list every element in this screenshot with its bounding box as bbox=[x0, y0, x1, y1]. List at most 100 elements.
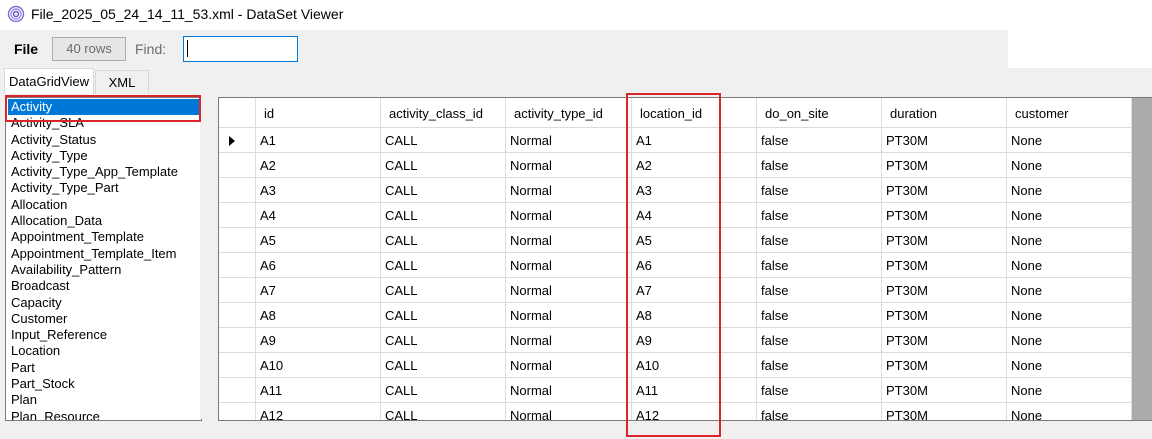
row-header[interactable] bbox=[219, 353, 256, 378]
grid-cell[interactable]: A6 bbox=[632, 253, 757, 278]
tab-xml[interactable]: XML bbox=[95, 70, 149, 94]
grid-cell[interactable]: A9 bbox=[256, 328, 381, 353]
grid-cell[interactable]: false bbox=[757, 378, 882, 403]
grid-cell[interactable]: None bbox=[1007, 153, 1132, 178]
table-list-item[interactable]: Location bbox=[6, 343, 201, 359]
grid-cell[interactable]: false bbox=[757, 353, 882, 378]
table-list-item[interactable]: Activity_SLA bbox=[6, 115, 201, 131]
grid-cell[interactable]: false bbox=[757, 203, 882, 228]
grid-cell[interactable]: A4 bbox=[256, 203, 381, 228]
grid-cell[interactable]: PT30M bbox=[882, 403, 1007, 420]
grid-cell[interactable]: Normal bbox=[506, 253, 632, 278]
grid-cell[interactable]: Normal bbox=[506, 228, 632, 253]
grid-cell[interactable]: CALL bbox=[381, 378, 506, 403]
grid-cell[interactable]: A8 bbox=[256, 303, 381, 328]
grid-cell[interactable]: Normal bbox=[506, 328, 632, 353]
grid-cell[interactable]: PT30M bbox=[882, 378, 1007, 403]
grid-cell[interactable]: CALL bbox=[381, 128, 506, 153]
grid-cell[interactable]: Normal bbox=[506, 303, 632, 328]
table-list-item[interactable]: Allocation_Data bbox=[6, 213, 201, 229]
grid-cell[interactable]: PT30M bbox=[882, 353, 1007, 378]
table-list-item[interactable]: Activity_Type_App_Template bbox=[6, 164, 201, 180]
grid-cell[interactable]: A3 bbox=[256, 178, 381, 203]
table-list-item[interactable]: Appointment_Template bbox=[6, 229, 201, 245]
grid-cell[interactable]: CALL bbox=[381, 203, 506, 228]
rows-count-button[interactable]: 40 rows bbox=[52, 37, 126, 61]
row-header[interactable] bbox=[219, 178, 256, 203]
grid-cell[interactable]: CALL bbox=[381, 153, 506, 178]
grid-cell[interactable]: A12 bbox=[632, 403, 757, 420]
grid-cell[interactable]: CALL bbox=[381, 178, 506, 203]
file-menu-button[interactable]: File bbox=[10, 37, 42, 61]
grid-cell[interactable]: CALL bbox=[381, 403, 506, 420]
grid-cell[interactable]: PT30M bbox=[882, 328, 1007, 353]
table-list-item[interactable]: Part_Stock bbox=[6, 376, 201, 392]
find-input[interactable] bbox=[183, 36, 298, 62]
row-header[interactable] bbox=[219, 303, 256, 328]
row-header[interactable] bbox=[219, 278, 256, 303]
grid-cell[interactable]: A1 bbox=[632, 128, 757, 153]
grid-cell[interactable]: A2 bbox=[632, 153, 757, 178]
grid-cell[interactable]: A4 bbox=[632, 203, 757, 228]
column-header-duration[interactable]: duration bbox=[882, 98, 1007, 128]
row-header[interactable] bbox=[219, 403, 256, 420]
table-list-item[interactable]: Part bbox=[6, 360, 201, 376]
grid-cell[interactable]: Normal bbox=[506, 153, 632, 178]
grid-cell[interactable]: A11 bbox=[632, 378, 757, 403]
grid-cell[interactable]: Normal bbox=[506, 278, 632, 303]
row-header[interactable] bbox=[219, 253, 256, 278]
column-header-activity-type-id[interactable]: activity_type_id bbox=[506, 98, 632, 128]
grid-cell[interactable]: None bbox=[1007, 253, 1132, 278]
grid-cell[interactable]: CALL bbox=[381, 228, 506, 253]
row-header[interactable] bbox=[219, 203, 256, 228]
grid-cell[interactable]: false bbox=[757, 153, 882, 178]
grid-cell[interactable]: None bbox=[1007, 303, 1132, 328]
grid-cell[interactable]: Normal bbox=[506, 353, 632, 378]
data-grid[interactable]: id activity_class_id activity_type_id locat… bbox=[218, 97, 1152, 421]
table-list-item[interactable]: Activity_Status bbox=[6, 132, 201, 148]
grid-corner-header[interactable] bbox=[219, 98, 256, 128]
grid-cell[interactable]: false bbox=[757, 253, 882, 278]
grid-cell[interactable]: Normal bbox=[506, 128, 632, 153]
grid-cell[interactable]: CALL bbox=[381, 328, 506, 353]
grid-cell[interactable]: false bbox=[757, 303, 882, 328]
grid-cell[interactable]: A7 bbox=[256, 278, 381, 303]
grid-cell[interactable]: A10 bbox=[632, 353, 757, 378]
grid-cell[interactable]: A11 bbox=[256, 378, 381, 403]
row-header[interactable] bbox=[219, 153, 256, 178]
grid-cell[interactable]: Normal bbox=[506, 403, 632, 420]
grid-cell[interactable]: CALL bbox=[381, 278, 506, 303]
grid-cell[interactable]: PT30M bbox=[882, 203, 1007, 228]
grid-cell[interactable]: Normal bbox=[506, 378, 632, 403]
grid-cell[interactable]: A1 bbox=[256, 128, 381, 153]
table-list-item[interactable]: Appointment_Template_Item bbox=[6, 246, 201, 262]
table-list-item[interactable]: Input_Reference bbox=[6, 327, 201, 343]
table-list-item[interactable]: Activity_Type_Part bbox=[6, 180, 201, 196]
grid-cell[interactable]: A5 bbox=[256, 228, 381, 253]
grid-cell[interactable]: CALL bbox=[381, 353, 506, 378]
column-header-do-on-site[interactable]: do_on_site bbox=[757, 98, 882, 128]
grid-cell[interactable]: false bbox=[757, 403, 882, 420]
grid-cell[interactable]: PT30M bbox=[882, 278, 1007, 303]
grid-cell[interactable]: PT30M bbox=[882, 153, 1007, 178]
table-list-item[interactable]: Allocation bbox=[6, 197, 201, 213]
grid-cell[interactable]: false bbox=[757, 128, 882, 153]
grid-cell[interactable]: A9 bbox=[632, 328, 757, 353]
table-list-item[interactable]: Customer bbox=[6, 311, 201, 327]
column-header-activity-class-id[interactable]: activity_class_id bbox=[381, 98, 506, 128]
row-header[interactable] bbox=[219, 328, 256, 353]
column-header-id[interactable]: id bbox=[256, 98, 381, 128]
row-header[interactable] bbox=[219, 128, 256, 153]
grid-cell[interactable]: A5 bbox=[632, 228, 757, 253]
column-header-customer[interactable]: customer bbox=[1007, 98, 1132, 128]
table-list-item[interactable]: Activity_Type bbox=[6, 148, 201, 164]
grid-cell[interactable]: A12 bbox=[256, 403, 381, 420]
grid-cell[interactable]: false bbox=[757, 278, 882, 303]
grid-cell[interactable]: Normal bbox=[506, 203, 632, 228]
table-list-item[interactable]: Plan bbox=[6, 392, 201, 408]
column-header-location-id[interactable]: location_id bbox=[632, 98, 757, 128]
table-list-item[interactable]: Plan_Resource bbox=[6, 409, 201, 420]
grid-cell[interactable]: None bbox=[1007, 328, 1132, 353]
tab-datagridview[interactable]: DataGridView bbox=[4, 68, 94, 94]
grid-cell[interactable]: None bbox=[1007, 228, 1132, 253]
